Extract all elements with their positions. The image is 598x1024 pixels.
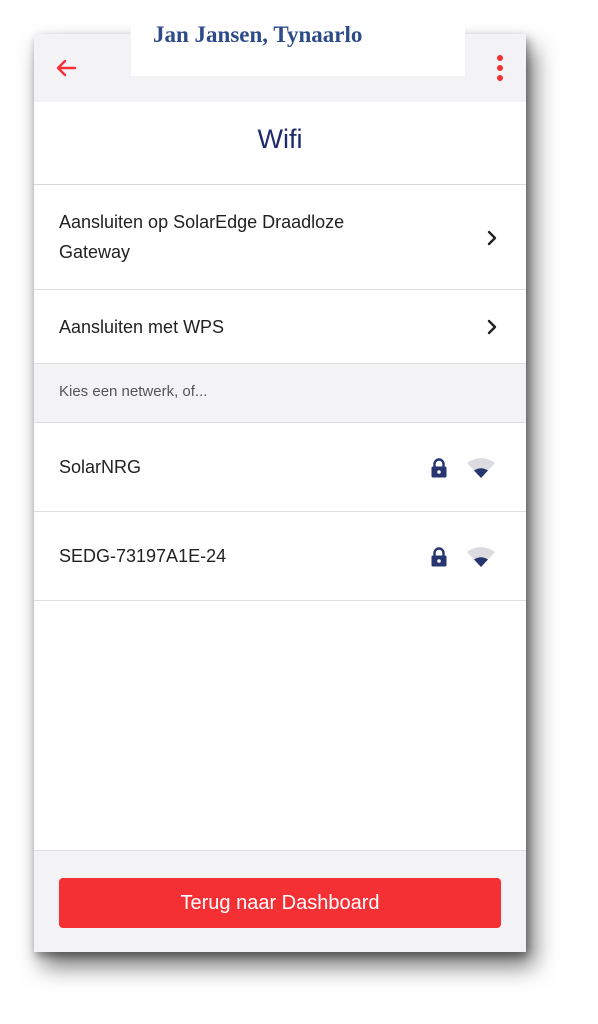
page-title: Wifi xyxy=(257,124,303,154)
owner-banner-text: Jan Jansen, Tynaarlo xyxy=(153,22,363,47)
back-to-dashboard-button[interactable]: Terug naar Dashboard xyxy=(59,878,501,928)
connect-wps-label: Aansluiten met WPS xyxy=(59,317,225,337)
more-vertical-icon xyxy=(497,55,503,81)
network-ssid: SolarNRG xyxy=(59,457,142,477)
chevron-right-icon xyxy=(487,230,497,246)
lock-icon xyxy=(431,458,447,478)
footer-bar: Terug naar Dashboard xyxy=(34,850,526,952)
chevron-right-icon xyxy=(487,319,497,335)
back-button[interactable] xyxy=(48,50,84,86)
phone-screen: Wifi Aansluiten op SolarEdge Draadloze G… xyxy=(34,34,526,952)
arrow-left-icon xyxy=(56,59,77,77)
page-title-bar: Wifi xyxy=(34,102,526,185)
lock-icon xyxy=(431,547,447,567)
connect-gateway-label: Aansluiten op SolarEdge Draadloze Gatewa… xyxy=(59,212,345,262)
more-menu-button[interactable] xyxy=(488,50,512,86)
network-section-label: Kies een netwerk, of... xyxy=(59,383,208,400)
network-status-icons xyxy=(430,457,496,479)
connect-wps-option[interactable]: Aansluiten met WPS xyxy=(34,290,526,364)
network-item[interactable]: SolarNRG xyxy=(34,423,526,512)
wifi-signal-icon xyxy=(467,547,495,567)
network-status-icons xyxy=(430,546,496,568)
wifi-signal-icon xyxy=(467,458,495,478)
network-item[interactable]: SEDG-73197A1E-24 xyxy=(34,512,526,601)
network-section-header: Kies een netwerk, of... xyxy=(34,364,526,423)
connect-gateway-option[interactable]: Aansluiten op SolarEdge Draadloze Gatewa… xyxy=(34,185,526,290)
network-ssid: SEDG-73197A1E-24 xyxy=(59,546,227,566)
owner-banner: Jan Jansen, Tynaarlo xyxy=(131,16,465,76)
